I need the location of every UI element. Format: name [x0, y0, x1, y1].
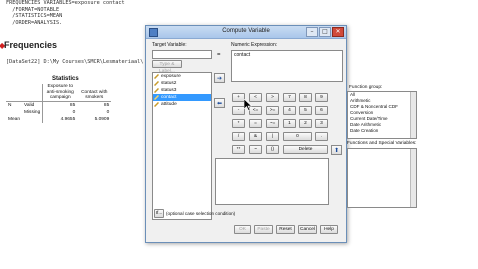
table-cell: 85	[103, 102, 110, 108]
table-cell: 0	[72, 109, 76, 115]
row-header: Missing	[22, 108, 44, 116]
close-icon[interactable]: ✕	[332, 27, 344, 37]
syntax-line: /STATISTICS=MEAN	[6, 13, 63, 20]
keypad-greater-equal[interactable]: >=	[266, 106, 279, 115]
function-group-label: Function group:	[349, 85, 383, 90]
keypad-power[interactable]: **	[232, 145, 245, 154]
table-row: Mean 4.9655 5.0909	[6, 115, 111, 123]
row-header: N	[8, 102, 12, 108]
window-controls: – □ ✕	[306, 27, 344, 37]
keypad-8[interactable]: 8	[299, 93, 312, 102]
scrollbar[interactable]	[410, 149, 416, 207]
table-cell: 4.9655	[60, 116, 76, 122]
function-description-box	[215, 158, 329, 205]
table-cell: 85	[69, 102, 76, 108]
insert-arrow-icon[interactable]: ⬅	[214, 98, 225, 108]
if-button[interactable]: If...	[154, 209, 164, 218]
keypad-parentheses[interactable]: ()	[266, 145, 279, 154]
keypad-6[interactable]: 6	[315, 106, 328, 115]
variable-name: attitude	[161, 102, 177, 107]
ruler-icon	[154, 102, 159, 107]
ruler-icon	[154, 74, 159, 79]
variable-name: exposure	[161, 74, 181, 79]
syntax-line: /ORDER=ANALYSIS.	[6, 19, 63, 26]
keypad-not-equal[interactable]: ~=	[266, 119, 279, 128]
table-row: Missing 0 0	[6, 108, 111, 116]
target-variable-label: Target Variable:	[152, 42, 187, 48]
mouse-cursor-icon	[244, 99, 252, 111]
functions-label: Functions and Special Variables:	[347, 141, 417, 146]
keypad-divide[interactable]: /	[232, 132, 245, 141]
keypad-1[interactable]: 1	[283, 119, 296, 128]
list-item[interactable]: status3	[153, 87, 211, 94]
syntax-line: /FORMAT=NOTABLE	[6, 6, 60, 13]
dataset-path: [DataSet22] D:\My Courses\SMCR\Lesmateri…	[6, 59, 144, 65]
equals-sign: =	[217, 52, 221, 58]
col-header: Exposure to anti-smoking campaign	[42, 84, 78, 102]
if-caption: (optional case selection condition)	[166, 211, 236, 216]
list-item[interactable]: attitude	[153, 101, 211, 108]
row-header	[22, 115, 44, 123]
scrollbar[interactable]	[410, 92, 416, 138]
numeric-expression-input[interactable]: contact	[231, 50, 343, 82]
keypad-delete[interactable]: Delete	[283, 145, 328, 154]
maximize-icon[interactable]: □	[319, 27, 331, 37]
stats-table-title: Statistics	[52, 76, 79, 82]
ok-button[interactable]: OK	[234, 225, 251, 234]
variable-name: status2	[161, 81, 177, 86]
minimize-icon[interactable]: –	[306, 27, 318, 37]
list-item[interactable]: exposure	[153, 73, 211, 80]
variable-list[interactable]: exposure status2 status3 contact attitud…	[152, 72, 212, 220]
ruler-icon	[154, 95, 159, 100]
row-header: Valid	[22, 101, 44, 109]
variable-name: status3	[161, 88, 177, 93]
keypad-or[interactable]: |	[266, 132, 279, 141]
keypad-decimal[interactable]: .	[315, 132, 328, 141]
syntax-block: FREQUENCIES VARIABLES=exposure contact /…	[6, 0, 125, 26]
dialog-titlebar[interactable]: Compute Variable – □ ✕	[146, 26, 346, 39]
numeric-expression-value: contact	[234, 52, 251, 58]
ruler-icon	[154, 81, 159, 86]
keypad-equal[interactable]: =	[249, 119, 262, 128]
table-cell: 5.0909	[94, 116, 110, 122]
function-group-list[interactable]: All Arithmetic CDF & Noncentral CDF Conv…	[347, 91, 417, 139]
output-heading: Frequencies	[4, 40, 58, 50]
keypad-3[interactable]: 3	[315, 119, 328, 128]
compute-variable-dialog: Compute Variable – □ ✕ Target Variable: …	[145, 25, 382, 243]
keypad-greater[interactable]: >	[266, 93, 279, 102]
keypad-9[interactable]: 9	[315, 93, 328, 102]
table-row: N Valid 85 85	[6, 101, 111, 109]
keypad-2[interactable]: 2	[299, 119, 312, 128]
row-header	[6, 109, 22, 116]
row-header: Mean	[8, 116, 20, 122]
reset-button[interactable]: Reset	[276, 225, 295, 234]
keypad-4[interactable]: 4	[283, 106, 296, 115]
type-label-button[interactable]: Type & Label...	[152, 60, 182, 74]
stats-table: Exposure to anti-smoking campaign Contac…	[6, 84, 112, 123]
target-variable-input[interactable]	[152, 50, 212, 59]
paste-button[interactable]: Paste	[254, 225, 273, 234]
col-header: Contact with smokers	[77, 84, 112, 102]
insert-function-arrow-icon[interactable]: ⬆	[331, 145, 342, 155]
keypad-7[interactable]: 7	[283, 93, 296, 102]
keypad-multiply[interactable]: *	[232, 119, 245, 128]
list-item[interactable]: Date Creation	[348, 128, 416, 134]
keypad-0[interactable]: 0	[283, 132, 312, 141]
ruler-icon	[154, 88, 159, 93]
list-item[interactable]: status2	[153, 80, 211, 87]
functions-list[interactable]	[347, 148, 417, 208]
variable-name: contact	[161, 95, 177, 100]
help-button[interactable]: Help	[320, 225, 338, 234]
move-arrow-icon[interactable]: ➔	[214, 73, 225, 83]
list-item-selected[interactable]: contact	[153, 94, 211, 101]
numeric-expression-label: Numeric Expression:	[231, 42, 278, 48]
keypad-not[interactable]: ~	[249, 145, 262, 154]
cancel-button[interactable]: Cancel	[298, 225, 317, 234]
keypad-5[interactable]: 5	[299, 106, 312, 115]
syntax-line: FREQUENCIES VARIABLES=exposure contact	[6, 0, 125, 6]
table-cell: 0	[106, 109, 110, 115]
keypad-and[interactable]: &	[249, 132, 262, 141]
